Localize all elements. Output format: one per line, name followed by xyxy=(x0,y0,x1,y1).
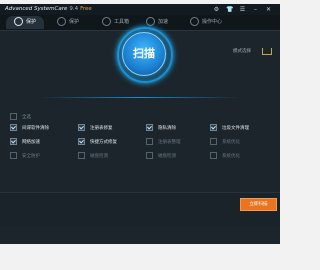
option-label: 快捷方式修复 xyxy=(90,140,117,145)
checkbox-icon xyxy=(10,124,17,131)
option-label: 磁盘检测 xyxy=(90,154,108,159)
mode-select-label: 模式选择 xyxy=(233,49,251,54)
option-disk-check[interactable]: 磁盘检测 xyxy=(146,152,176,159)
app-edition: Free xyxy=(80,6,92,12)
checkbox-icon xyxy=(210,152,217,159)
tab-label: 操作中心 xyxy=(202,19,223,25)
option-registry-fix[interactable]: 注册表修复 xyxy=(78,124,113,131)
option-label: 注册表修复 xyxy=(90,126,113,131)
shirt-icon[interactable]: 👕 xyxy=(226,6,233,13)
minimize-icon[interactable]: – xyxy=(252,6,259,13)
option-disk-scan[interactable]: 磁盘检测 xyxy=(78,152,108,159)
menu-icon[interactable]: ☰ xyxy=(239,6,246,13)
glow-divider xyxy=(40,97,240,98)
tab-protect[interactable]: 保护 xyxy=(57,16,79,29)
toolbox-icon xyxy=(102,17,111,26)
option-junk-file-clean[interactable]: 垃圾文件清理 xyxy=(210,124,249,131)
tab-protect-main[interactable]: 保护 xyxy=(6,16,45,29)
checkbox-icon xyxy=(10,152,17,159)
scan-now-button[interactable]: 立即扫描 xyxy=(240,198,277,211)
checkbox-icon xyxy=(10,138,17,145)
option-system-optimize[interactable]: 系统优化 xyxy=(210,138,240,145)
app-version: 9.4 xyxy=(69,6,79,12)
tab-label: 加速 xyxy=(158,19,169,25)
option-label: 磁盘检测 xyxy=(158,154,176,159)
checkbox-icon xyxy=(210,124,217,131)
checkbox-icon xyxy=(78,152,85,159)
close-icon[interactable]: ✕ xyxy=(265,6,272,13)
tab-action-center[interactable]: 操作中心 xyxy=(190,16,222,29)
tab-label: 保护 xyxy=(26,19,37,25)
select-all-checkbox[interactable]: 全选 xyxy=(10,113,31,120)
checkbox-icon xyxy=(146,124,153,131)
option-security-defense[interactable]: 安全防护 xyxy=(10,152,40,159)
option-label: 系统优化 xyxy=(222,140,240,145)
option-internet-boost[interactable]: 网络加速 xyxy=(10,138,40,145)
app-name: Advanced SystemCare xyxy=(5,6,68,12)
tab-label: 工具箱 xyxy=(114,19,130,25)
option-label: 间谍软件清除 xyxy=(22,126,49,131)
option-label: 垃圾文件清理 xyxy=(222,126,249,131)
speedometer-icon xyxy=(146,17,155,26)
shield-icon xyxy=(57,17,66,26)
tab-toolbox[interactable]: 工具箱 xyxy=(102,16,129,29)
option-privacy-sweep[interactable]: 隐私清除 xyxy=(146,124,176,131)
mode-select-icon[interactable] xyxy=(262,48,272,55)
option-label: 隐私清除 xyxy=(158,126,176,131)
select-all-label: 全选 xyxy=(22,115,31,120)
checkbox-icon xyxy=(146,152,153,159)
checkbox-icon xyxy=(210,138,217,145)
checkbox-icon xyxy=(78,124,85,131)
option-label: 注册表整理 xyxy=(158,140,181,145)
option-shortcut-fix[interactable]: 快捷方式修复 xyxy=(78,138,117,145)
checkbox-icon xyxy=(146,138,153,145)
app-window: Advanced SystemCare 9.4 Free ⚙ 👕 ☰ – ✕ 保护 … xyxy=(0,4,280,244)
option-label: 网络加速 xyxy=(22,140,40,145)
option-label: 系统优化 xyxy=(222,154,240,159)
gear-icon[interactable]: ⚙ xyxy=(213,6,220,13)
option-spyware-removal[interactable]: 间谍软件清除 xyxy=(10,124,49,131)
option-label: 安全防护 xyxy=(22,154,40,159)
scan-button[interactable]: 扫描 xyxy=(122,32,166,76)
option-registry-defrag[interactable]: 注册表整理 xyxy=(146,138,181,145)
option-system-tuneup[interactable]: 系统优化 xyxy=(210,152,240,159)
title-bar: Advanced SystemCare 9.4 Free ⚙ 👕 ☰ – ✕ xyxy=(0,4,280,15)
action-center-icon xyxy=(190,17,199,26)
checkbox-icon xyxy=(10,113,17,120)
tab-label: 保护 xyxy=(69,19,80,25)
checkbox-icon xyxy=(78,138,85,145)
bottom-bar xyxy=(0,192,280,226)
app-title: Advanced SystemCare 9.4 Free xyxy=(5,6,92,12)
search-icon xyxy=(14,17,23,26)
